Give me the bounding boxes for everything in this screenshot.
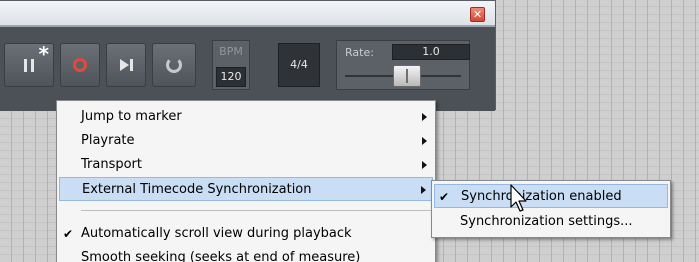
submenu-arrow-icon: [422, 161, 427, 169]
repeat-toggle-button[interactable]: [152, 43, 196, 87]
transport-titlebar[interactable]: ✕: [0, 1, 495, 26]
transport-controls: * BPM 120 4/4 Rate: 1.0: [0, 27, 495, 111]
menu-item-label: Synchronization enabled: [461, 189, 622, 204]
menu-item-label: Smooth seeking (seeks at end of measure): [81, 250, 361, 262]
menu-item-label: Automatically scroll view during playbac…: [81, 226, 352, 241]
context-menu: Jump to marker Playrate Transport Extern…: [56, 100, 436, 262]
transport-window: ✕ * BPM 120 4/4 Rate: 1.0: [0, 0, 496, 111]
record-icon: [73, 58, 87, 72]
pause-button[interactable]: *: [4, 42, 54, 87]
menu-item-label: Jump to marker: [81, 109, 182, 124]
menu-item-transport[interactable]: Transport: [59, 153, 433, 177]
menu-item-label: Playrate: [81, 133, 135, 148]
menu-separator: [81, 210, 431, 211]
mouse-pointer-icon: [510, 184, 527, 212]
menu-item-playrate[interactable]: Playrate: [59, 129, 433, 153]
bpm-display[interactable]: BPM 120: [212, 40, 250, 90]
bpm-label: BPM: [219, 45, 243, 58]
menu-item-label: Transport: [81, 157, 143, 172]
sync-submenu: ✔ Synchronization enabled Synchronizatio…: [431, 180, 671, 238]
submenu-arrow-icon: [422, 113, 427, 121]
menu-item-auto-scroll[interactable]: ✔ Automatically scroll view during playb…: [59, 222, 433, 246]
submenu-arrow-icon: [421, 186, 426, 194]
repeat-icon: [166, 57, 182, 73]
menu-item-sync-enabled[interactable]: ✔ Synchronization enabled: [434, 184, 668, 208]
menu-item-external-timecode-sync[interactable]: External Timecode Synchronization: [59, 177, 433, 201]
close-icon[interactable]: ✕: [470, 7, 485, 22]
submenu-arrow-icon: [422, 137, 427, 145]
menu-item-label: External Timecode Synchronization: [82, 182, 312, 197]
record-button[interactable]: [60, 43, 100, 87]
rate-label: Rate:: [345, 46, 374, 59]
time-signature-display[interactable]: 4/4: [278, 43, 320, 87]
record-armed-indicator: *: [38, 42, 49, 66]
menu-item-smooth-seeking[interactable]: Smooth seeking (seeks at end of measure): [59, 246, 433, 262]
menu-item-label: Synchronization settings...: [460, 214, 633, 229]
rate-value[interactable]: 1.0: [392, 44, 470, 60]
checkmark-icon: ✔: [439, 190, 450, 204]
skip-to-end-icon: [119, 59, 133, 71]
playrate-panel: Rate: 1.0: [336, 40, 470, 90]
rate-slider-knob[interactable]: [393, 65, 421, 87]
menu-item-sync-settings[interactable]: Synchronization settings...: [434, 210, 668, 234]
bpm-value[interactable]: 120: [216, 67, 246, 87]
go-to-end-button[interactable]: [106, 43, 146, 87]
pause-icon: [24, 58, 34, 72]
checkmark-icon: ✔: [63, 227, 74, 241]
menu-item-jump-to-marker[interactable]: Jump to marker: [59, 105, 433, 129]
